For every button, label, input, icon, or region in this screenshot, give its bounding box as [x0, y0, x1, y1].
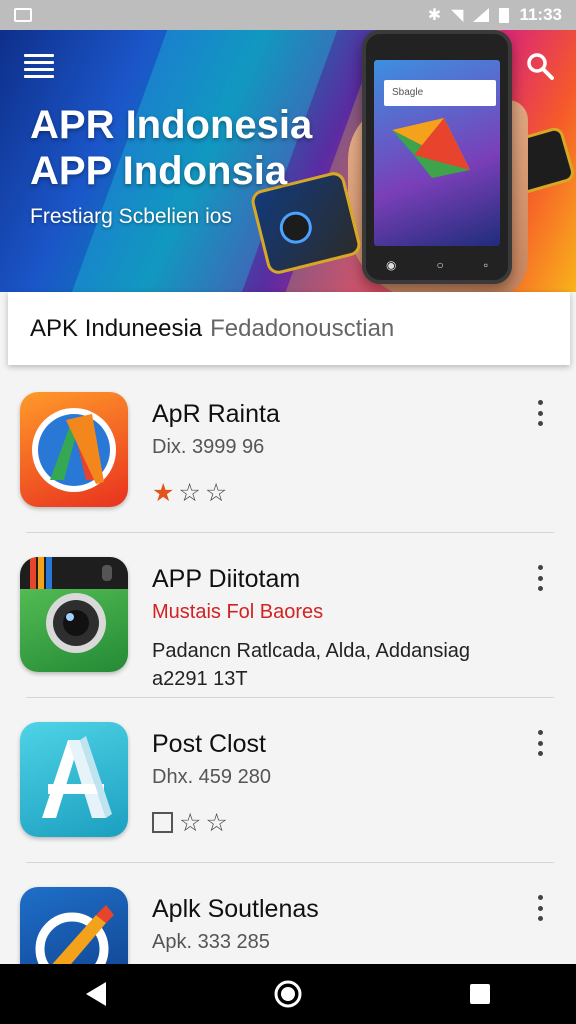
- app-subtitle: Dhx. 459 280: [152, 766, 271, 788]
- signal-icon: [473, 8, 490, 22]
- star-empty-icon: ☆: [204, 479, 232, 507]
- list-item[interactable]: APP Diitotam Mustais Fol Baores Padancn …: [0, 547, 576, 712]
- search-input[interactable]: APK Induneesia Fedadonousctian: [8, 292, 570, 365]
- app-title: Post Clost: [152, 730, 266, 758]
- star-empty-icon: ☆: [205, 809, 232, 837]
- app-subtitle: Apk. 333 285: [152, 931, 270, 953]
- phone-home-icon: ○: [436, 258, 444, 272]
- star-empty-icon: ☆: [179, 809, 206, 837]
- home-circle-icon[interactable]: [268, 974, 308, 1014]
- app-title: Aplk Soutlenas: [152, 895, 319, 923]
- checkbox[interactable]: [152, 812, 173, 833]
- search-query: APK Induneesia: [30, 314, 203, 342]
- navigation-bar: [0, 964, 576, 1024]
- status-time: 11:33: [519, 5, 562, 24]
- vibrate-icon: ✱: [427, 7, 442, 24]
- back-triangle-icon[interactable]: [76, 974, 116, 1014]
- hero-title-line1: APR Indonesia: [30, 103, 313, 147]
- status-bar: ✱ ◥ 11:33: [0, 0, 576, 30]
- app-icon-apr-rainta[interactable]: [20, 392, 128, 507]
- more-vertical-icon[interactable]: [534, 895, 546, 921]
- more-vertical-icon[interactable]: [534, 730, 546, 756]
- chrome-icon: ◉: [386, 258, 397, 272]
- hero-subtitle: Frestiarg Scbelien ios: [30, 205, 232, 228]
- app-title: APP Diitotam: [152, 565, 301, 593]
- list-item[interactable]: ApR Rainta Dix. 3999 96 ★☆☆: [0, 382, 576, 547]
- phone-recents-icon: ▫: [483, 258, 488, 272]
- hamburger-menu-icon[interactable]: [24, 54, 54, 78]
- phone-search-bar: Sbagle: [384, 80, 496, 106]
- list-item[interactable]: Post Clost Dhx. 459 280 ☆☆: [0, 712, 576, 877]
- hero-banner[interactable]: APR Indonesia APP Indonsia Frestiarg Scb…: [0, 30, 576, 292]
- notification-icon: [14, 8, 32, 22]
- search-placeholder: Fedadonousctian: [210, 314, 395, 342]
- status-bar-right: ✱ ◥ 11:33: [428, 5, 562, 25]
- divider: [26, 862, 554, 863]
- more-vertical-icon[interactable]: [534, 400, 546, 426]
- app-title: ApR Rainta: [152, 400, 280, 428]
- app-subtitle: Mustais Fol Baores: [152, 601, 324, 623]
- divider: [26, 697, 554, 698]
- app-subtitle: Dix. 3999 96: [152, 436, 265, 458]
- divider: [26, 532, 554, 533]
- phone-illustration: Sbagle ◉ ○ ▫: [362, 30, 512, 284]
- rating-stars: ☆☆: [152, 808, 232, 838]
- app-description: Padancn Ratlcada, Alda, Addansiag a2291 …: [152, 640, 471, 690]
- battery-icon: [499, 7, 510, 23]
- wifi-icon: ◥: [451, 7, 464, 24]
- recents-square-icon[interactable]: [460, 974, 500, 1014]
- search-icon[interactable]: [526, 52, 554, 80]
- more-vertical-icon[interactable]: [534, 565, 546, 591]
- star-filled-icon: ★: [152, 479, 179, 507]
- star-empty-icon: ☆: [178, 479, 205, 507]
- app-icon-post-clost[interactable]: [20, 722, 128, 837]
- hero-title: APR Indonesia APP Indonsia: [30, 102, 312, 194]
- rating-stars: ★☆☆: [152, 478, 231, 508]
- app-list: ApR Rainta Dix. 3999 96 ★☆☆ APP Diitotam…: [0, 382, 576, 1024]
- hero-title-line2: APP Indonsia: [30, 149, 288, 193]
- app-icon-camera[interactable]: [20, 557, 128, 672]
